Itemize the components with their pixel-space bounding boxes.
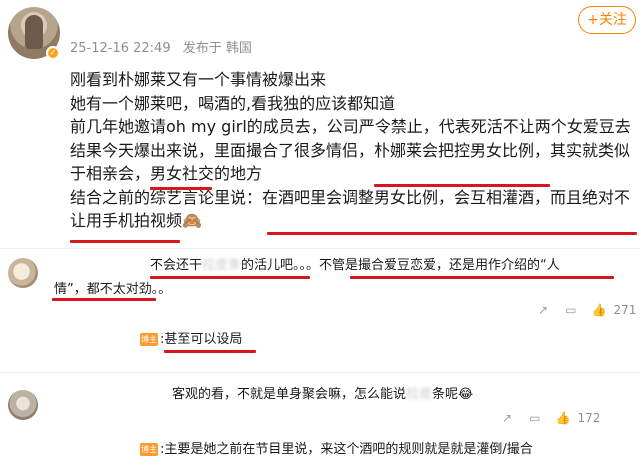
comment-text: 不会还干拉皮条的活儿吧。。。不管是撮合爱豆恋爱，还是用作介绍的“人 (150, 255, 560, 277)
author-badge: 博主 (140, 333, 158, 346)
highlight-underline (267, 232, 637, 235)
comment-actions: ↗ ▭ 👍 271 (536, 303, 636, 317)
comment-segment: 的活儿吧。。。不管是撮合爱豆恋爱，还是用作介绍的“人 (241, 258, 560, 273)
share-icon[interactable]: ↗ (536, 303, 550, 317)
post-line: 于相亲会，男女社交的地方 (70, 164, 263, 183)
post-line: 刚看到朴娜莱又有一个事情被爆出来 (70, 70, 327, 89)
highlight-underline (350, 276, 614, 279)
comment-segment: 情”，都不太对劲。。 (54, 282, 172, 297)
highlight-underline (150, 276, 310, 279)
author-reply: 博主:主要是她之前在节目里说，来这个酒吧的规则就是就是灌倒/撮合 (140, 440, 533, 459)
divider (0, 248, 640, 249)
post-line: 她有一个娜莱吧，喝酒的,看我独的应该都知道 (70, 93, 396, 113)
like-icon[interactable]: 👍 (556, 411, 571, 425)
post-line: 让用手机拍视频🙈 (70, 211, 202, 230)
reply-text: :甚至可以设局 (160, 332, 243, 347)
comment-segment: 不会还干 (150, 258, 203, 273)
comment-segment: 客观的看，不就是单身聚会嘛，怎么能说 (172, 387, 407, 402)
post-source: 发布于 韩国 (182, 41, 252, 56)
reply-text: :主要是她之前在节目里说，来这个酒吧的规则就是就是灌倒/撮合 (160, 442, 533, 457)
comment-actions: ↗ ▭ 👍 172 (500, 411, 600, 425)
post-timestamp: 25-12-16 22:49 (70, 41, 171, 56)
post-line: 结果今天爆出来说，里面撮合了很多情侣，朴娜莱会把控男女比例，其实就类似 (70, 140, 631, 160)
post-body: 刚看到朴娜莱又有一个事情被爆出来 她有一个娜莱吧，喝酒的,看我独的应该都知道 前… (70, 68, 640, 233)
divider (0, 372, 640, 373)
commenter-avatar[interactable] (8, 390, 38, 420)
follow-button[interactable]: +关注 (578, 6, 636, 34)
highlight-underline (70, 240, 180, 243)
like-count: 172 (577, 411, 601, 425)
highlight-underline (164, 350, 256, 353)
like-count: 271 (613, 303, 637, 317)
share-icon[interactable]: ↗ (500, 411, 514, 425)
comment-text: 客观的看，不就是单身聚会嘛，怎么能说拉皮条呢😂 (172, 384, 473, 406)
like-icon[interactable]: 👍 (592, 303, 607, 317)
author-badge: 博主 (140, 443, 158, 456)
comment-segment: 条呢😂 (432, 387, 474, 402)
blurred-text: 拉皮条 (202, 258, 242, 273)
comment-icon[interactable]: ▭ (564, 303, 578, 317)
post-meta: 25-12-16 22:49 发布于 韩国 (70, 37, 260, 56)
verified-badge-icon: ✓ (46, 46, 60, 60)
highlight-underline (52, 298, 156, 301)
commenter-avatar[interactable] (8, 258, 38, 288)
blurred-text: 拉皮 (406, 387, 433, 402)
post-line: 前几年她邀请oh my girl的成员去，公司严令禁止，代表死活不让两个女爱豆去 (70, 117, 631, 136)
highlight-underline (150, 187, 212, 190)
highlight-underline (374, 184, 550, 187)
author-reply: 博主:甚至可以设局 (140, 330, 242, 350)
comment-icon[interactable]: ▭ (528, 411, 542, 425)
